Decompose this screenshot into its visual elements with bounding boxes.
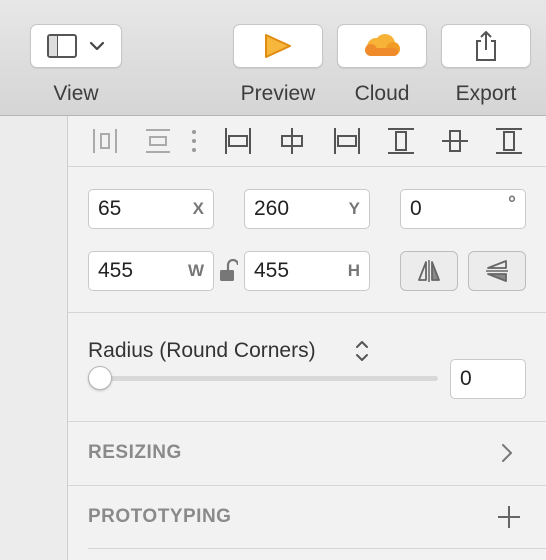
align-horizontal-center-icon[interactable] [275,124,309,158]
cloud-label: Cloud [354,82,410,105]
height-unit: H [347,261,360,280]
rotation-field[interactable]: 0 ° [400,189,526,229]
align-right-icon[interactable] [330,124,364,158]
view-label: View [53,82,99,105]
align-left-icon[interactable] [221,124,255,158]
divider [68,421,546,422]
cloud-icon [362,33,402,59]
slider-thumb[interactable] [88,366,112,390]
divider [68,312,546,313]
width-field[interactable]: 455 W [88,251,214,291]
flip-horizontal-button[interactable] [400,251,458,291]
share-icon [473,30,499,62]
view-button[interactable] [30,24,122,68]
radius-slider[interactable] [88,366,438,392]
preview-button[interactable] [233,24,323,68]
chevron-right-icon[interactable] [500,442,514,464]
radius-value: 0 [460,367,472,390]
width-value: 455 [98,259,134,282]
width-unit: W [187,261,204,280]
preview-label: Preview [240,82,316,105]
plus-icon[interactable] [497,505,521,529]
chevron-down-icon [89,41,105,51]
slider-track [96,376,438,381]
prototyping-section-title[interactable]: PROTOTYPING [88,506,231,528]
canvas-area[interactable] [0,116,68,560]
y-value: 260 [254,197,290,220]
align-vertical-center-icon[interactable] [438,124,472,158]
toolbar: View Preview Cloud Export [0,0,546,116]
flip-horizontal-icon [416,258,442,284]
x-value: 65 [98,197,122,220]
align-bottom-icon[interactable] [492,124,526,158]
divider [68,485,546,486]
radius-label: Radius (Round Corners) [88,339,316,362]
align-top-icon[interactable] [384,124,418,158]
resizing-section-title[interactable]: RESIZING [88,442,182,464]
flip-vertical-button[interactable] [468,251,526,291]
height-value: 455 [254,259,290,282]
radius-field[interactable]: 0 [450,359,526,399]
rotation-value: 0 [410,197,422,220]
flip-vertical-icon [484,258,510,284]
sidebar-layout-icon [47,33,77,59]
stepper-chevrons-icon[interactable] [354,338,370,364]
height-field[interactable]: 455 H [244,251,370,291]
divider [88,548,546,549]
y-field[interactable]: 260 Y [244,189,370,229]
more-options-icon[interactable] [182,124,206,158]
cloud-button[interactable] [337,24,427,68]
lock-open-icon[interactable] [218,258,238,284]
export-button[interactable] [441,24,531,68]
x-field[interactable]: 65 X [88,189,214,229]
x-unit: X [192,199,204,218]
play-triangle-icon [263,32,293,60]
divider [68,166,546,167]
inspector-panel: 65 X 260 Y 0 ° 455 W 455 H Radius (Round… [68,116,546,560]
y-unit: Y [348,199,360,218]
rotation-unit: ° [508,192,516,215]
distribute-horizontal-icon[interactable] [141,124,175,158]
export-label: Export [455,82,517,105]
distribute-vertical-icon[interactable] [88,124,122,158]
